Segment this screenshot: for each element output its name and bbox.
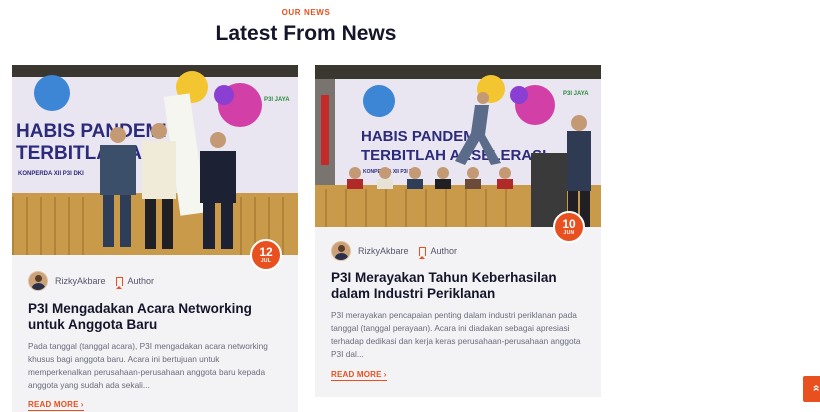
date-badge: 12 JUL	[250, 239, 282, 271]
post-meta: RizkyAkbare Author	[28, 271, 154, 291]
banner-text-1: HABIS PANDEMI	[16, 121, 167, 142]
author-role: Author	[430, 246, 458, 256]
read-more-label: READ MORE	[331, 370, 382, 379]
news-card: HABIS PANDEMI TERBITLAH AKS KONPERDA XII…	[12, 65, 298, 412]
read-more-link[interactable]: READ MORE ›	[28, 400, 84, 411]
section-title: Latest From News	[215, 22, 397, 45]
news-photo[interactable]: HABIS PANDEMI TERBITLAH AKS KONPERDA XII…	[12, 65, 298, 255]
date-month: JUN	[563, 230, 575, 236]
section-eyebrow: OUR NEWS	[281, 8, 331, 17]
author-name[interactable]: RizkyAkbare	[358, 246, 409, 256]
bookmark-icon	[115, 276, 123, 289]
avatar	[28, 271, 48, 291]
post-title[interactable]: P3I Merayakan Tahun Keberhasilan dalam I…	[331, 270, 589, 302]
banner-subtext: KONPERDA XII P3I DKI	[18, 171, 84, 177]
banner-text-2: TERBITLAH AKSELERASI	[361, 147, 546, 164]
author-role: Author	[127, 276, 155, 286]
chevron-right-icon: ›	[80, 400, 84, 409]
post-excerpt: Pada tanggal (tanggal acara), P3I mengad…	[28, 341, 268, 390]
avatar	[331, 241, 351, 261]
read-more-label: READ MORE	[28, 400, 79, 409]
banner-logo: P3I JAYA	[264, 97, 290, 103]
author-name[interactable]: RizkyAkbare	[55, 276, 106, 286]
post-meta: RizkyAkbare Author	[331, 241, 457, 261]
bookmark-icon	[418, 246, 426, 259]
news-card: HABIS PANDEMI TERBITLAH AKSELERASI KONPE…	[315, 65, 601, 397]
scroll-to-top-button[interactable]: »	[803, 376, 820, 402]
date-day: 12	[259, 245, 273, 259]
date-badge: 10 JUN	[553, 211, 585, 243]
read-more-link[interactable]: READ MORE ›	[331, 370, 387, 381]
post-excerpt: P3I merayakan pencapaian penting dalam i…	[331, 310, 581, 359]
banner-logo: P3I JAYA	[563, 91, 589, 97]
double-chevron-up-icon: »	[803, 385, 820, 392]
news-photo[interactable]: HABIS PANDEMI TERBITLAH AKSELERASI KONPE…	[315, 65, 601, 227]
post-title[interactable]: P3I Mengadakan Acara Networking untuk An…	[28, 301, 286, 333]
chevron-right-icon: ›	[383, 370, 387, 379]
banner-text-1: HABIS PANDEMI	[361, 128, 480, 145]
date-day: 10	[562, 217, 576, 231]
date-month: JUL	[260, 258, 272, 264]
